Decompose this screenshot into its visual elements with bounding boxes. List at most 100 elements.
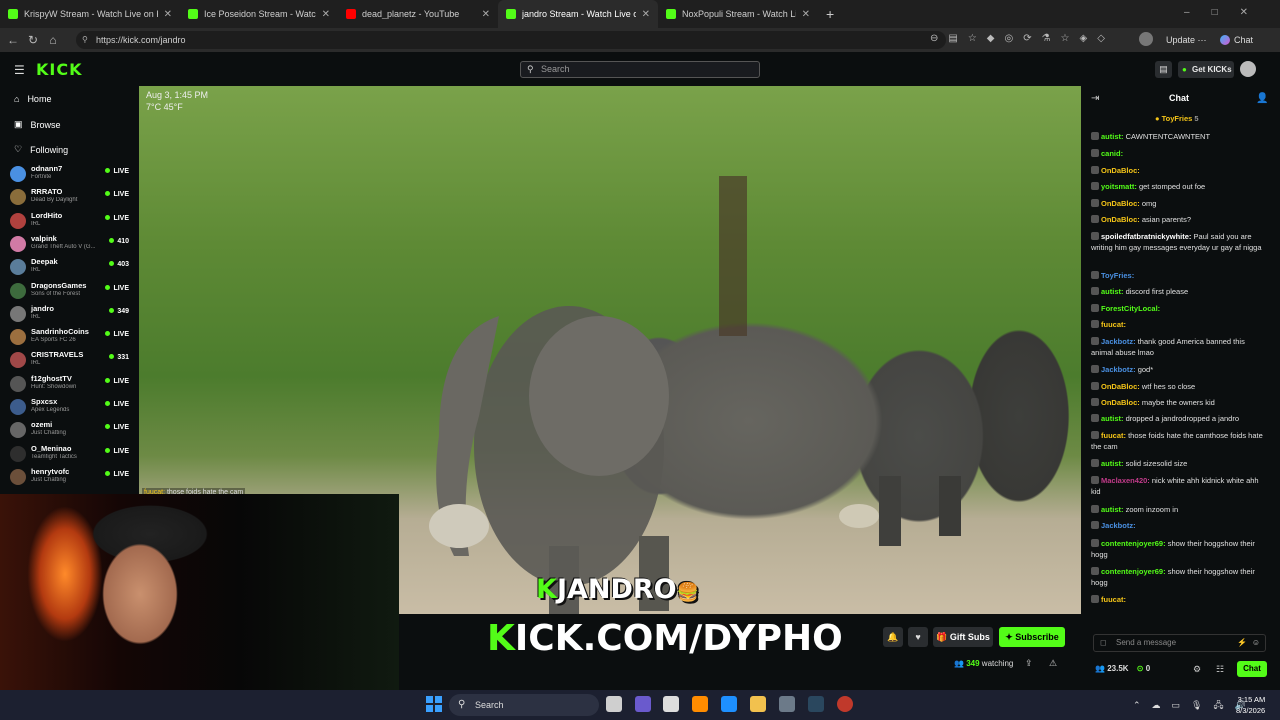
kick-logo[interactable]: KICK: [36, 60, 83, 79]
follow-heart-icon[interactable]: ♥: [908, 627, 928, 647]
copilot-chat-button[interactable]: Chat: [1220, 35, 1253, 45]
sidebar-channel[interactable]: odnann7 Fortnite LIVE: [10, 164, 134, 187]
record-icon[interactable]: [837, 696, 853, 712]
chat-username[interactable]: spoiledfatbratnickywhite:: [1101, 232, 1191, 241]
browser-tab[interactable]: dead_planetz - YouTube ✕: [338, 0, 498, 28]
sidebar-channel[interactable]: f12ghostTV Hunt: Showdown LIVE: [10, 374, 134, 397]
notepad-icon[interactable]: [663, 696, 679, 712]
sidebar-channel[interactable]: Spxcsx Apex Legends LIVE: [10, 397, 134, 420]
collapse-chat-icon[interactable]: ⇥: [1091, 93, 1099, 104]
close-tab-icon[interactable]: ✕: [482, 9, 490, 20]
chat-username[interactable]: OnDaBloc:: [1101, 382, 1140, 391]
chat-username[interactable]: OnDaBloc:: [1101, 199, 1140, 208]
chat-username[interactable]: ToyFries:: [1101, 271, 1134, 280]
sidebar-item-home[interactable]: ⌂ Home: [14, 94, 51, 104]
close-tab-icon[interactable]: ✕: [322, 9, 330, 20]
browser-tab[interactable]: NoxPopuli Stream - Watch Live on Kick ✕: [658, 0, 818, 28]
sidebar-channel[interactable]: Deepak IRL 403: [10, 257, 134, 280]
edge-icon[interactable]: [721, 696, 737, 712]
browser-tab[interactable]: Ice Poseidon Stream - Watch Live on Kick…: [180, 0, 338, 28]
chat-users-icon[interactable]: 👤: [1256, 93, 1268, 104]
chat-username[interactable]: OnDaBloc:: [1101, 398, 1140, 407]
chat-username[interactable]: autist:: [1101, 505, 1124, 514]
browser-tab-active[interactable]: jandro Stream - Watch Live on Kick ✕: [498, 0, 658, 28]
get-kicks-button[interactable]: ● Get KICKs: [1178, 61, 1234, 78]
app-icon[interactable]: [779, 696, 795, 712]
chat-username[interactable]: contentenjoyer69:: [1101, 567, 1166, 576]
window-controls[interactable]: –□✕: [1184, 7, 1270, 18]
chat-settings-icon[interactable]: ⚙: [1193, 664, 1201, 675]
chat-username[interactable]: OnDaBloc:: [1101, 166, 1140, 175]
report-icon[interactable]: ⚠: [1049, 658, 1057, 669]
chat-username[interactable]: OnDaBloc:: [1101, 215, 1140, 224]
chat-username[interactable]: autist:: [1101, 414, 1124, 423]
kick-emote-icon[interactable]: ⚡: [1237, 635, 1247, 651]
chat-rules-icon[interactable]: ☷: [1216, 664, 1224, 675]
sidebar-channel[interactable]: ozemi Just Chatting LIVE: [10, 420, 134, 443]
back-icon[interactable]: ←: [3, 33, 23, 47]
channel-name: LordHito: [31, 210, 63, 220]
profile-avatar[interactable]: [1139, 32, 1153, 46]
chat-username[interactable]: ForestCityLocal:: [1101, 304, 1160, 313]
chat-message-input[interactable]: ◻ Send a message ⚡ ☺: [1093, 634, 1266, 652]
sidebar-channel[interactable]: O_Meninao Teamfight Tactics LIVE: [10, 444, 134, 467]
channel-name: f12ghostTV: [31, 373, 72, 383]
taskbar-clock[interactable]: 3:15 AM 8/3/2026: [1236, 694, 1265, 716]
notification-bell-icon[interactable]: 🔔: [883, 627, 903, 647]
browser-tab[interactable]: KrispyW Stream - Watch Live on Kick ✕: [0, 0, 180, 28]
home-icon[interactable]: ⌂: [43, 33, 63, 47]
chat-username[interactable]: autist:: [1101, 132, 1124, 141]
chat-username[interactable]: fuucat:: [1101, 595, 1126, 604]
sidebar-channel[interactable]: DragonsGames Sons of the Forest LIVE: [10, 281, 134, 304]
sidebar-channel[interactable]: jandro IRL 349: [10, 304, 134, 327]
discord-icon[interactable]: [635, 696, 651, 712]
chat-username[interactable]: fuucat:: [1101, 431, 1126, 440]
chat-message: OnDaBloc: asian parents?: [1091, 215, 1269, 226]
subscribe-button[interactable]: ✦ Subscribe: [999, 627, 1065, 647]
chat-username[interactable]: autist:: [1101, 287, 1124, 296]
chat-username[interactable]: Maclaxen420:: [1101, 476, 1150, 485]
sidebar-channel[interactable]: SandrinhoCoins EA Sports FC 26 LIVE: [10, 327, 134, 350]
library-icon[interactable]: ▤: [1155, 61, 1172, 78]
start-icon[interactable]: [426, 696, 442, 712]
browser-extension-icons[interactable]: ⊖▤☆◆◎⟳⚗☆◈◇: [930, 33, 1115, 44]
site-info-icon[interactable]: ⚲: [82, 31, 88, 49]
channel-status-text: LIVE: [113, 284, 129, 292]
sidebar-channel[interactable]: henrytvofc Just Chatting LIVE: [10, 467, 134, 490]
gift-subs-button[interactable]: 🎁 Gift Subs: [933, 627, 993, 647]
file-explorer-icon[interactable]: [750, 696, 766, 712]
chat-username[interactable]: Jackbotz:: [1101, 337, 1136, 346]
close-tab-icon[interactable]: ✕: [802, 9, 810, 20]
reload-icon[interactable]: ↻: [23, 33, 43, 47]
share-icon[interactable]: ⇪: [1025, 658, 1033, 669]
chat-username[interactable]: canid:: [1101, 149, 1123, 158]
channel-category: IRL: [31, 313, 41, 320]
steam-icon[interactable]: [808, 696, 824, 712]
chat-username[interactable]: yoitsmatt:: [1101, 182, 1137, 191]
close-tab-icon[interactable]: ✕: [164, 9, 172, 20]
taskbar-search[interactable]: ⚲ Search: [449, 694, 599, 716]
chat-username[interactable]: fuucat:: [1101, 320, 1126, 329]
emoji-icon[interactable]: ☺: [1252, 635, 1260, 651]
sidebar-channel[interactable]: LordHito IRL LIVE: [10, 211, 134, 234]
sidebar-channel[interactable]: CRISTRAVELS IRL 331: [10, 350, 134, 373]
url-field[interactable]: ⚲ https://kick.com/jandro: [76, 31, 946, 49]
close-tab-icon[interactable]: ✕: [642, 9, 650, 20]
chat-username[interactable]: contentenjoyer69:: [1101, 539, 1166, 548]
sidebar-item-browse[interactable]: ▣ Browse: [14, 119, 61, 130]
user-avatar[interactable]: [1240, 61, 1256, 77]
menu-icon[interactable]: ☰: [14, 63, 25, 77]
sidebar-channel[interactable]: RRRATO Dead By Daylight LIVE: [10, 187, 134, 210]
sidebar-channel[interactable]: valpink Grand Theft Auto V (G... 410: [10, 234, 134, 257]
task-view-icon[interactable]: [606, 696, 622, 712]
new-tab-icon[interactable]: +: [818, 0, 838, 28]
sidebar-item-following[interactable]: ♡ Following: [14, 144, 68, 155]
chat-username[interactable]: Jackbotz:: [1101, 521, 1136, 530]
update-button[interactable]: Update ⋯: [1166, 35, 1207, 46]
search-input[interactable]: ⚲ Search: [520, 61, 760, 78]
chat-username[interactable]: autist:: [1101, 459, 1124, 468]
banner-text: ICK.COM/DYPHO: [514, 618, 843, 659]
send-chat-button[interactable]: Chat: [1237, 661, 1267, 677]
copilot-app-icon[interactable]: [692, 696, 708, 712]
chat-username[interactable]: Jackbotz:: [1101, 365, 1136, 374]
